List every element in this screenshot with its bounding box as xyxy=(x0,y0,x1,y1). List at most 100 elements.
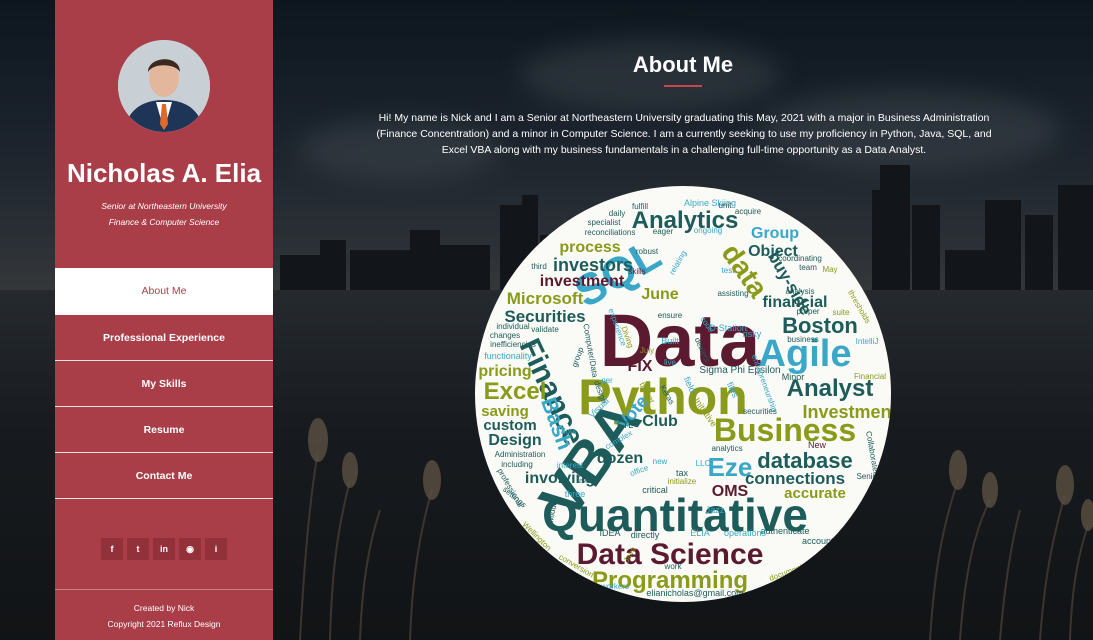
title-underline xyxy=(664,85,702,87)
word-cloud-word: July xyxy=(640,346,654,355)
linkedin-icon[interactable]: in xyxy=(153,538,175,560)
word-cloud-word: ensure xyxy=(658,311,683,320)
word-cloud-word: fulfill xyxy=(632,202,648,211)
word-cloud-word: Administration xyxy=(495,450,546,459)
word-cloud-word: ETL xyxy=(617,420,634,430)
word-cloud-word: Minor xyxy=(782,372,805,382)
word-cloud-word: Excel xyxy=(484,378,547,405)
footer-divider xyxy=(55,589,273,590)
profile-subtitle-major: Finance & Computer Science xyxy=(108,217,220,227)
page-title: About Me xyxy=(632,52,734,77)
word-cloud-word: process xyxy=(559,239,620,256)
word-cloud-word: June xyxy=(641,286,678,303)
nav-item-resume[interactable]: Resume xyxy=(55,407,273,453)
word-cloud-word: dozen xyxy=(597,450,643,467)
word-cloud-word: LLC xyxy=(696,459,711,468)
word-cloud-word: business xyxy=(787,335,819,344)
word-cloud-word: group xyxy=(570,345,586,368)
word-cloud-word: Financial xyxy=(854,372,886,381)
word-cloud-word: ongoing xyxy=(694,226,722,235)
word-cloud-word: Built xyxy=(661,336,679,346)
word-cloud-word: unit xyxy=(719,201,733,210)
footer-copyright: Copyright 2021 Reflux Design xyxy=(107,619,221,629)
word-cloud-word: securities xyxy=(743,407,777,416)
word-cloud-word: OMS xyxy=(712,483,749,500)
word-cloud-word: three xyxy=(565,489,586,499)
word-cloud-word: coordinating xyxy=(778,254,822,263)
word-cloud-word: IDEA xyxy=(599,528,620,538)
word-cloud-word: new xyxy=(653,457,668,466)
word-cloud-word: third xyxy=(531,262,547,271)
word-cloud-word: changes xyxy=(490,331,520,340)
word-cloud-word: functionality xyxy=(484,351,532,361)
word-cloud-word: assisting xyxy=(717,289,748,298)
footer-credit: Created by Nick xyxy=(133,603,195,613)
nav-item-contact-me[interactable]: Contact Me xyxy=(55,453,273,499)
word-cloud-word: suite xyxy=(833,308,850,317)
word-cloud-word: critical xyxy=(642,485,668,495)
word-cloud-word: specialist xyxy=(588,218,622,227)
word-cloud-word: IntelliJ xyxy=(856,337,879,346)
word-cloud-word: team xyxy=(799,263,817,272)
word-cloud-word: Design xyxy=(488,432,541,449)
twitter-icon[interactable]: t xyxy=(127,538,149,560)
word-cloud-word: live xyxy=(664,358,677,367)
word-cloud-word: elianicholas@gmail.com xyxy=(646,588,743,598)
word-cloud-word: analytics xyxy=(711,444,742,453)
word-cloud-word: accurate xyxy=(784,485,846,502)
word-cloud-word: relating xyxy=(667,249,688,276)
facebook-icon[interactable]: f xyxy=(101,538,123,560)
word-cloud-word: per xyxy=(601,376,613,385)
word-cloud-word: pricing xyxy=(478,363,531,380)
word-cloud-word: initialize xyxy=(668,477,697,486)
intro-paragraph: Hi! My name is Nick and I am a Senior at… xyxy=(376,112,992,156)
github-icon[interactable]: ◉ xyxy=(179,538,201,560)
word-cloud-word: skills xyxy=(628,267,645,276)
word-cloud-word: investors xyxy=(553,255,633,275)
word-cloud-word: Club xyxy=(642,413,678,430)
profile-subtitle: Senior at Northeastern University Financ… xyxy=(55,198,273,230)
info-icon[interactable]: i xyxy=(205,538,227,560)
word-cloud-word: acquire xyxy=(735,207,762,216)
word-cloud-word: Group xyxy=(751,225,799,242)
word-cloud-word: Analytics xyxy=(632,207,739,234)
word-cloud-word: validate xyxy=(531,325,559,334)
word-cloud-word: New xyxy=(808,440,827,450)
word-cloud-word: FIX xyxy=(628,358,653,375)
nav-item-professional-experience[interactable]: Professional Experience xyxy=(55,315,273,361)
profile-name: Nicholas A. Elia xyxy=(66,158,262,188)
word-cloud-word: including xyxy=(501,460,533,469)
word-cloud-word: May xyxy=(822,265,837,274)
sidebar: Nicholas A. Elia Senior at Northeastern … xyxy=(55,0,273,640)
profile-photo xyxy=(118,40,210,132)
word-cloud-word: daily xyxy=(609,209,625,218)
nav-item-my-skills[interactable]: My Skills xyxy=(55,361,273,407)
sidebar-footer: Created by Nick Copyright 2021 Reflux De… xyxy=(55,600,273,632)
word-cloud-word: interest xyxy=(557,461,584,470)
word-cloud: Data Python Quantitative VBA SQL Data Science… xyxy=(475,186,891,602)
word-cloud-word: ELIA xyxy=(690,528,710,538)
word-cloud-word: test xyxy=(722,266,736,275)
social-links: f t in ◉ i xyxy=(101,538,227,560)
word-cloud-word: Sigma Phi Epsilon xyxy=(699,365,780,376)
word-cloud-word: Microsoft xyxy=(507,289,584,308)
word-cloud-word: lots xyxy=(564,427,576,436)
word-cloud-word: risky xyxy=(743,329,762,339)
word-cloud-word: Investment xyxy=(802,402,891,422)
word-cloud-word: use xyxy=(577,476,590,485)
word-cloud-word: Jazz xyxy=(706,505,725,515)
avatar xyxy=(118,40,210,132)
word-cloud-word: investment xyxy=(540,273,625,290)
word-cloud-word: directly xyxy=(631,530,660,540)
word-cloud-word: work xyxy=(664,562,683,571)
word-cloud-word: proper xyxy=(796,307,819,316)
word-cloud-word: operations xyxy=(724,528,767,538)
word-cloud-word: authenticate xyxy=(760,526,809,536)
word-cloud-word: analysis xyxy=(786,287,815,296)
word-cloud-word: eager xyxy=(653,227,674,236)
word-cloud-word: robust xyxy=(636,247,659,256)
nav-item-about-me[interactable]: About Me xyxy=(55,268,273,315)
word-cloud-word: individual xyxy=(496,322,530,331)
word-cloud-word: reconciliations xyxy=(585,228,636,237)
word-cloud-word: inefficiencies xyxy=(490,340,536,349)
